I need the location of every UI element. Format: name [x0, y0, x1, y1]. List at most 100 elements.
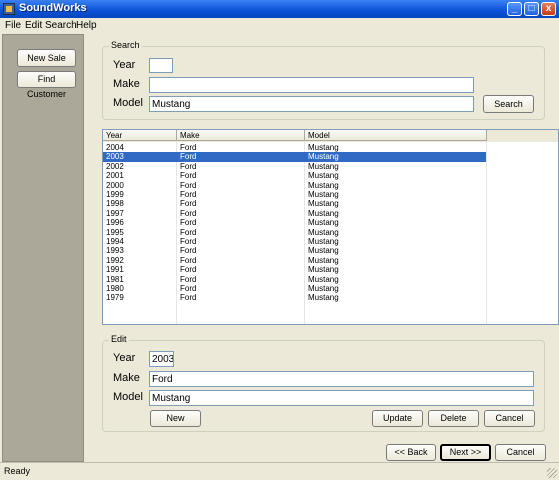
close-button[interactable]: x	[541, 2, 556, 16]
cell-model: Mustang	[308, 171, 339, 181]
results-grid[interactable]: Year Make Model 2004 Ford Mustang 2003 Ford M…	[102, 129, 559, 325]
new-sale-button[interactable]: New Sale	[17, 49, 76, 67]
cell-make: Ford	[180, 152, 197, 162]
nav-cancel-button[interactable]: Cancel	[495, 444, 546, 461]
menu-file[interactable]: File	[5, 20, 21, 31]
title-bar[interactable]: SoundWorks _ □ x	[0, 0, 559, 18]
cell-year: 1993	[106, 246, 124, 256]
search-button[interactable]: Search	[483, 95, 534, 113]
cell-make: Ford	[180, 143, 197, 152]
cell-year: 2003	[106, 152, 124, 162]
cell-model: Mustang	[308, 208, 339, 218]
cell-model: Mustang	[308, 152, 339, 162]
table-row[interactable]: 1992 Ford Mustang	[103, 256, 486, 265]
cell-year: 2002	[106, 161, 124, 171]
cell-model: Mustang	[308, 274, 339, 284]
cell-model: Mustang	[308, 255, 339, 265]
table-row[interactable]: 1998 Ford Mustang	[103, 199, 486, 208]
new-button[interactable]: New	[150, 410, 201, 427]
next-button[interactable]: Next >>	[440, 444, 491, 461]
cell-model: Mustang	[308, 190, 339, 199]
table-row[interactable]: 1980 Ford Mustang	[103, 284, 486, 293]
window-title: SoundWorks	[19, 2, 87, 14]
edit-make-input[interactable]: Ford	[149, 371, 534, 387]
status-bar: Ready	[0, 462, 559, 480]
table-row[interactable]: 1997 Ford Mustang	[103, 209, 486, 218]
menu-help[interactable]: Help	[76, 20, 97, 31]
edit-model-input[interactable]: Mustang	[149, 390, 534, 406]
table-row[interactable]: 1994 Ford Mustang	[103, 237, 486, 246]
table-row[interactable]: 2004 Ford Mustang	[103, 143, 486, 152]
cell-make: Ford	[180, 199, 197, 209]
table-row[interactable]: 1993 Ford Mustang	[103, 246, 486, 255]
search-model-input[interactable]: Mustang	[149, 96, 474, 112]
edit-group-label: Edit	[109, 334, 129, 344]
cell-year: 2004	[106, 143, 124, 152]
table-row[interactable]: 1979 Ford Mustang	[103, 293, 486, 302]
resize-grip-icon[interactable]	[547, 468, 557, 478]
delete-button[interactable]: Delete	[428, 410, 479, 427]
cell-make: Ford	[180, 171, 197, 181]
cell-year: 1980	[106, 284, 124, 293]
table-row[interactable]: 2003 Ford Mustang	[103, 152, 486, 162]
maximize-button[interactable]: □	[524, 2, 539, 16]
cell-year: 1994	[106, 237, 124, 246]
table-row[interactable]: 2002 Ford Mustang	[103, 162, 486, 171]
cell-model: Mustang	[308, 265, 339, 275]
cell-year: 1995	[106, 227, 124, 237]
cell-model: Mustang	[308, 143, 339, 152]
edit-year-input[interactable]: 2003	[149, 351, 174, 367]
cell-year: 1979	[106, 293, 124, 303]
column-header-year[interactable]: Year	[103, 130, 177, 141]
table-row[interactable]: 1999 Ford Mustang	[103, 190, 486, 199]
column-header-model[interactable]: Model	[305, 130, 487, 141]
cell-make: Ford	[180, 237, 197, 246]
app-icon[interactable]	[3, 3, 15, 15]
search-year-input[interactable]	[149, 58, 173, 73]
back-button[interactable]: << Back	[386, 444, 436, 461]
search-make-input[interactable]	[149, 77, 474, 93]
edit-make-label: Make	[113, 372, 140, 384]
column-header-make[interactable]: Make	[177, 130, 305, 141]
cell-model: Mustang	[308, 180, 339, 190]
cell-model: Mustang	[308, 237, 339, 246]
menu-search[interactable]: Search	[45, 20, 77, 31]
table-row[interactable]: 1981 Ford Mustang	[103, 275, 486, 284]
cell-model: Mustang	[308, 246, 339, 256]
cell-model: Mustang	[308, 227, 339, 237]
cell-make: Ford	[180, 190, 197, 199]
cell-make: Ford	[180, 255, 197, 265]
cell-model: Mustang	[308, 284, 339, 293]
search-group-label: Search	[109, 40, 142, 50]
cell-year: 1998	[106, 199, 124, 209]
status-text: Ready	[4, 466, 31, 476]
cell-make: Ford	[180, 227, 197, 237]
update-button[interactable]: Update	[372, 410, 423, 427]
find-customer-button[interactable]: Find Customer	[17, 71, 76, 99]
search-year-label: Year	[113, 59, 136, 71]
cell-model: Mustang	[308, 161, 339, 171]
cell-make: Ford	[180, 246, 197, 256]
table-row[interactable]: 2000 Ford Mustang	[103, 181, 486, 190]
edit-model-label: Model	[113, 391, 143, 403]
cell-make: Ford	[180, 161, 197, 171]
menu-bar: File Edit Search Help	[0, 18, 559, 34]
table-row[interactable]: 2001 Ford Mustang	[103, 171, 486, 180]
main-window: SoundWorks _ □ x File Edit Search Help N…	[0, 0, 559, 480]
cell-model: Mustang	[308, 199, 339, 209]
cell-make: Ford	[180, 265, 197, 275]
cell-year: 2000	[106, 180, 124, 190]
cell-model: Mustang	[308, 293, 339, 303]
table-row[interactable]: 1991 Ford Mustang	[103, 265, 486, 274]
sidebar: New Sale Find Customer	[2, 34, 84, 462]
cell-year: 1999	[106, 190, 124, 199]
minimize-button[interactable]: _	[507, 2, 522, 16]
cell-make: Ford	[180, 284, 197, 293]
cell-year: 1997	[106, 208, 124, 218]
table-row[interactable]: 1996 Ford Mustang	[103, 218, 486, 227]
cell-make: Ford	[180, 218, 197, 228]
edit-cancel-button[interactable]: Cancel	[484, 410, 535, 427]
cell-year: 2001	[106, 171, 124, 181]
table-row[interactable]: 1995 Ford Mustang	[103, 228, 486, 237]
menu-edit[interactable]: Edit	[25, 20, 42, 31]
